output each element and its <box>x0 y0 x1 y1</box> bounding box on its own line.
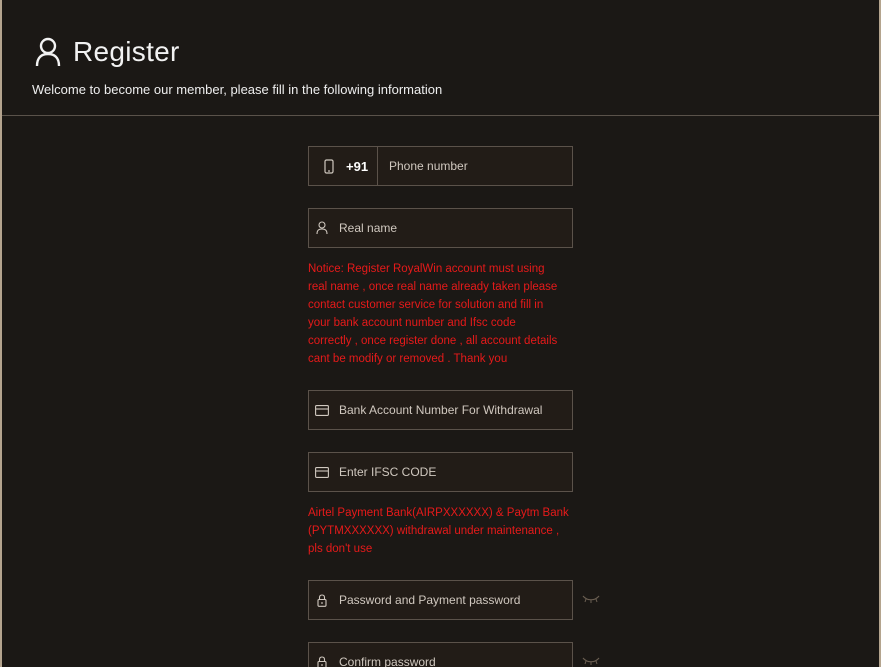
page-title: Register <box>73 36 180 67</box>
phone-input[interactable]: Phone number <box>378 159 468 173</box>
mobile-phone-icon <box>321 158 337 174</box>
country-code: +91 <box>346 158 369 174</box>
notice-line: correctly , once register done , all acc… <box>308 335 558 347</box>
register-form: +91 Phone number Real name Notice: Regis… <box>308 146 600 667</box>
lock-icon <box>314 654 330 667</box>
page-header: Register Welcome to become our member, p… <box>2 0 879 116</box>
user-icon <box>35 37 61 67</box>
confirm-password-field[interactable]: Confirm password <box>308 642 600 667</box>
card-icon <box>314 402 330 418</box>
ifsc-input[interactable]: Enter IFSC CODE <box>339 465 436 479</box>
user-icon <box>314 220 330 236</box>
bank-account-field[interactable]: Bank Account Number For Withdrawal <box>308 390 573 430</box>
card-icon <box>314 464 330 480</box>
notice-line: Airtel Payment Bank(AIRPXXXXXX) & Paytm … <box>308 507 569 519</box>
country-code-selector[interactable]: +91 <box>309 147 378 185</box>
register-page: Register Welcome to become our member, p… <box>2 0 879 667</box>
notice-line: your bank account number and Ifsc code <box>308 317 516 329</box>
notice-line: (PYTMXXXXXX) withdrawal under maintenanc… <box>308 525 560 537</box>
eye-closed-icon[interactable] <box>582 593 600 605</box>
real-name-notice: Notice: Register RoyalWin account must u… <box>308 260 573 368</box>
confirm-password-input[interactable]: Confirm password <box>339 655 436 667</box>
lock-icon <box>314 592 330 608</box>
password-input[interactable]: Password and Payment password <box>339 593 520 607</box>
ifsc-field[interactable]: Enter IFSC CODE <box>308 452 573 492</box>
real-name-input[interactable]: Real name <box>339 221 397 235</box>
bank-account-input[interactable]: Bank Account Number For Withdrawal <box>339 403 542 417</box>
real-name-field[interactable]: Real name <box>308 208 573 248</box>
notice-line: cant be modify or removed . Thank you <box>308 353 508 365</box>
page-subtitle: Welcome to become our member, please fil… <box>32 82 443 97</box>
notice-line: Notice: Register RoyalWin account must u… <box>308 263 545 275</box>
notice-line: contact customer service for solution an… <box>308 299 544 311</box>
notice-line: real name , once real name already taken… <box>308 281 558 293</box>
phone-field[interactable]: +91 Phone number <box>308 146 573 186</box>
notice-line: pls don't use <box>308 543 373 555</box>
maintenance-notice: Airtel Payment Bank(AIRPXXXXXX) & Paytm … <box>308 504 573 558</box>
title-row: Register <box>35 36 180 68</box>
eye-closed-icon[interactable] <box>582 655 600 667</box>
password-field[interactable]: Password and Payment password <box>308 580 600 620</box>
